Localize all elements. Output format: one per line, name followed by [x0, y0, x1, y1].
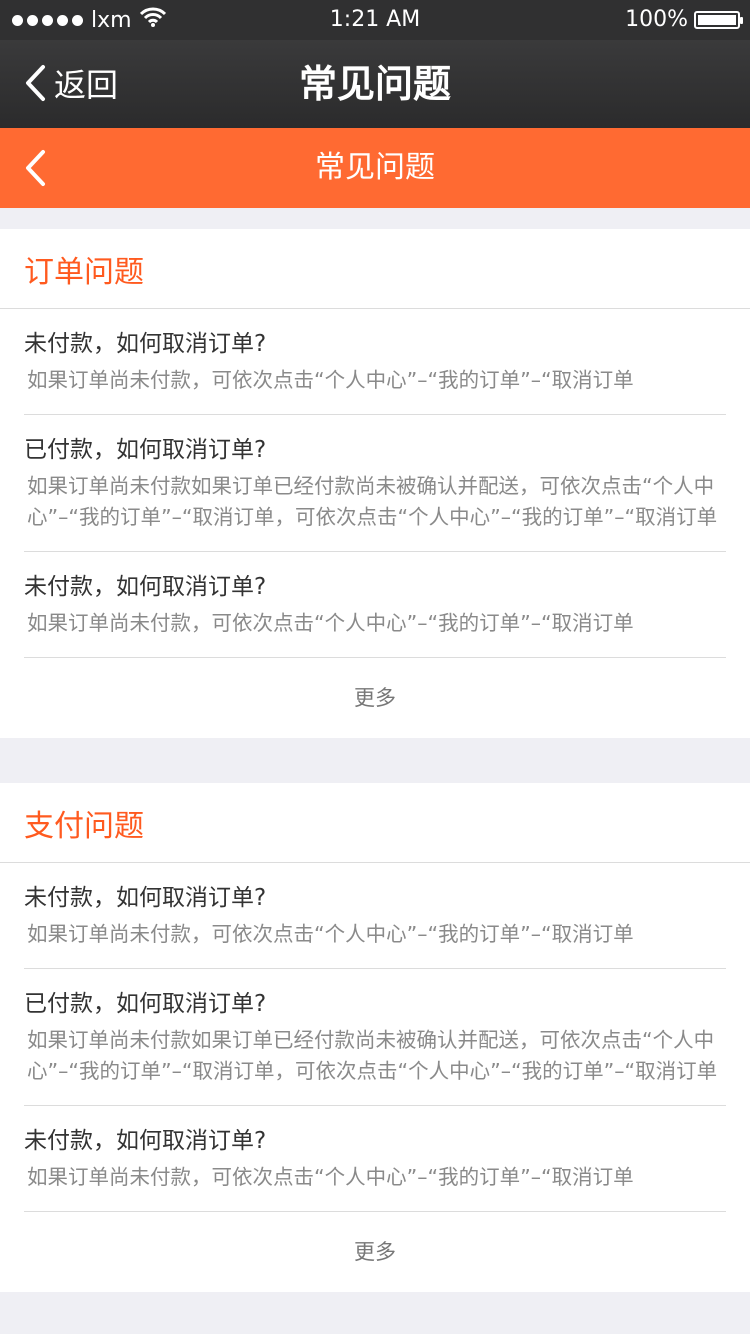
faq-question: 已付款，如何取消订单?: [24, 991, 267, 1017]
faq-question: 已付款，如何取消订单?: [24, 437, 267, 463]
faq-item[interactable]: 未付款，如何取消订单? 如果订单尚未付款，可依次点击“个人中心”–“我的订单”–…: [24, 1106, 726, 1212]
dark-nav-title: 常见问题: [298, 62, 451, 106]
faq-item[interactable]: 未付款，如何取消订单? 如果订单尚未付款，可依次点击“个人中心”–“我的订单”–…: [24, 863, 726, 969]
battery-percent: 100%: [625, 7, 688, 32]
section-header: 支付问题: [0, 783, 750, 863]
faq-item[interactable]: 已付款，如何取消订单? 如果订单尚未付款如果订单已经付款尚未被确认并配送，可依次…: [24, 969, 726, 1106]
more-button[interactable]: 更多: [0, 658, 750, 738]
section-header: 订单问题: [0, 229, 750, 309]
section-title: 支付问题: [24, 808, 144, 844]
faq-item[interactable]: 未付款，如何取消订单? 如果订单尚未付款，可依次点击“个人中心”–“我的订单”–…: [24, 309, 726, 415]
section-title: 订单问题: [24, 254, 144, 290]
battery-icon: [694, 10, 743, 29]
faq-answer: 如果订单尚未付款，可依次点击“个人中心”–“我的订单”–“取消订单: [27, 922, 634, 946]
orange-nav-title: 常见问题: [315, 150, 435, 185]
faq-section-payment: 支付问题 未付款，如何取消订单? 如果订单尚未付款，可依次点击“个人中心”–“我…: [0, 783, 750, 1292]
status-right: 100%: [625, 7, 743, 32]
more-button[interactable]: 更多: [0, 1212, 750, 1292]
dark-nav-bar: 返回 常见问题: [0, 40, 750, 128]
faq-question: 未付款，如何取消订单?: [24, 331, 267, 357]
faq-answer: 如果订单尚未付款，可依次点击“个人中心”–“我的订单”–“取消订单: [27, 368, 634, 392]
faq-section-order: 订单问题 未付款，如何取消订单? 如果订单尚未付款，可依次点击“个人中心”–“我…: [0, 229, 750, 738]
faq-question: 未付款，如何取消订单?: [24, 1128, 267, 1154]
faq-question: 未付款，如何取消订单?: [24, 885, 267, 911]
faq-answer: 如果订单尚未付款，可依次点击“个人中心”–“我的订单”–“取消订单: [27, 1165, 634, 1189]
faq-item[interactable]: 已付款，如何取消订单? 如果订单尚未付款如果订单已经付款尚未被确认并配送，可依次…: [24, 415, 726, 552]
faq-question: 未付款，如何取消订单?: [24, 574, 267, 600]
faq-answer: 如果订单尚未付款如果订单已经付款尚未被确认并配送，可依次点击“个人中心”–“我的…: [27, 1028, 718, 1083]
status-bar: lxm 1:21 AM 100%: [0, 0, 750, 40]
faq-answer: 如果订单尚未付款如果订单已经付款尚未被确认并配送，可依次点击“个人中心”–“我的…: [27, 474, 718, 529]
orange-nav-bar: 常见问题: [0, 128, 750, 208]
faq-answer: 如果订单尚未付款，可依次点击“个人中心”–“我的订单”–“取消订单: [27, 611, 634, 635]
faq-item[interactable]: 未付款，如何取消订单? 如果订单尚未付款，可依次点击“个人中心”–“我的订单”–…: [24, 552, 726, 658]
